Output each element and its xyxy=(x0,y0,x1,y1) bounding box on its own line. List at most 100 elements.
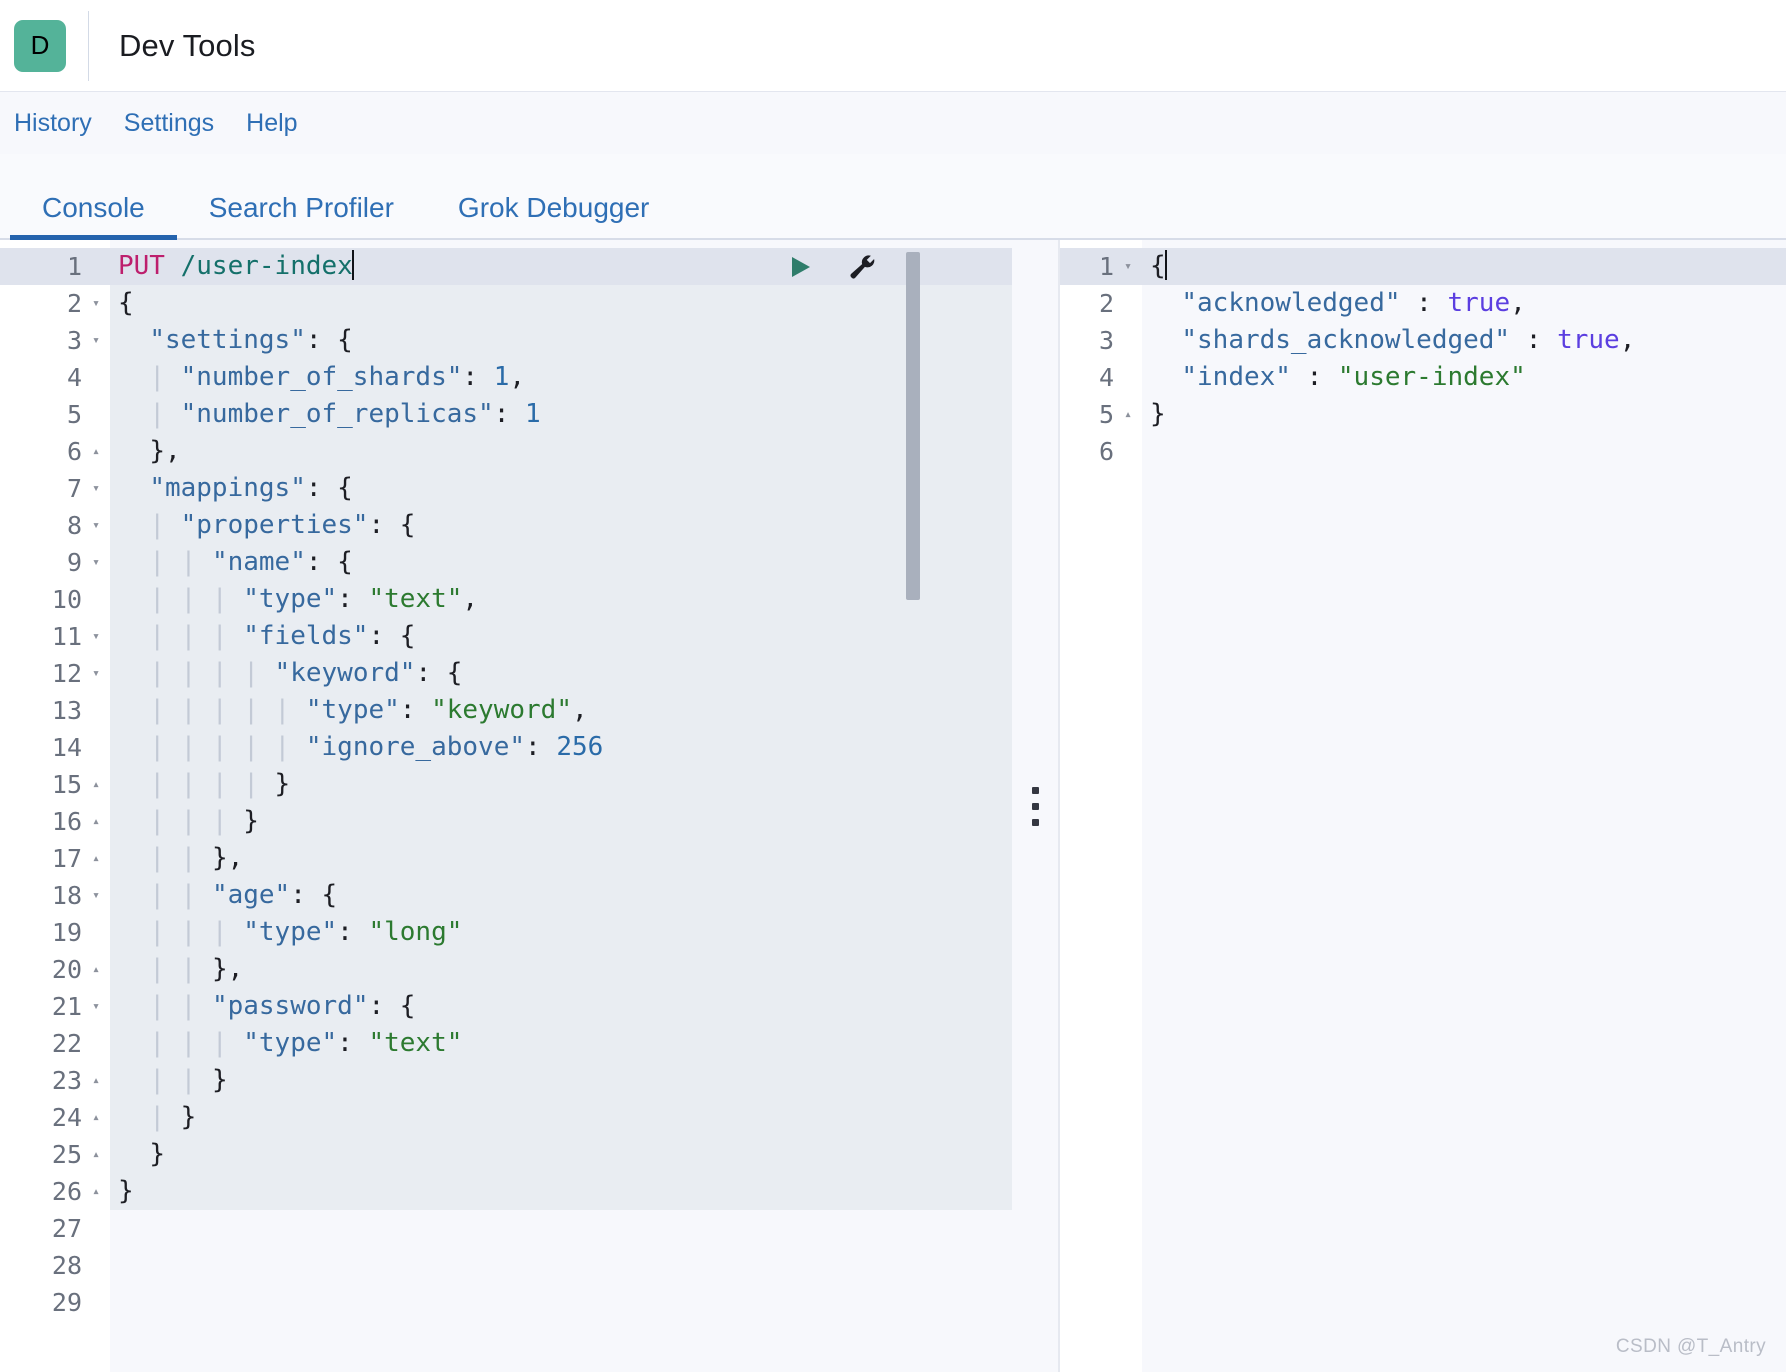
token-punc: : xyxy=(462,362,494,392)
request-code-area[interactable]: PUT /user-index{ "settings": { | "number… xyxy=(110,240,1013,1372)
token-punc: : xyxy=(399,695,432,725)
token-key: "properties" xyxy=(180,510,369,540)
token-punc: }, xyxy=(211,843,244,873)
fold-down-icon[interactable]: ▾ xyxy=(86,334,106,347)
fold-down-icon[interactable]: ▾ xyxy=(86,667,106,680)
fold-down-icon[interactable]: ▾ xyxy=(86,482,106,495)
token-punc: : xyxy=(337,1028,369,1058)
code-line: | } xyxy=(110,1099,1013,1136)
nav-link-settings[interactable]: Settings xyxy=(108,105,230,142)
gutter-line: 21 ▾ xyxy=(0,988,110,1025)
request-line-gutter[interactable]: 1 2 ▾ 3 ▾ 4 5 6 ▴ 7 ▾ 8 ▾ 9 ▾ 10 11 ▾ 12 ▾ 13 14 15 ▴ 16 ▴ 17 ▴ 18 ▾ 1… xyxy=(0,240,110,1372)
token-punc: } xyxy=(1150,399,1166,429)
token-punc: , xyxy=(1510,288,1526,318)
gutter-line: 12 ▾ xyxy=(0,655,110,692)
pane-splitter[interactable] xyxy=(1012,240,1059,1372)
line-number: 12 xyxy=(51,659,82,688)
app-header: D Dev Tools xyxy=(0,0,1786,92)
gutter-line: 5 ▴ xyxy=(1060,396,1142,433)
request-editor[interactable]: 1 2 ▾ 3 ▾ 4 5 6 ▴ 7 ▾ 8 ▾ 9 ▾ 10 11 ▾ 12 ▾ 13 14 15 ▴ 16 ▴ 17 ▴ 18 ▾ 1… xyxy=(0,240,1013,1372)
response-line-gutter[interactable]: 1 ▾ 2 3 4 5 ▴ 6 xyxy=(1060,240,1143,1372)
line-number: 29 xyxy=(51,1288,82,1317)
fold-up-icon[interactable]: ▴ xyxy=(86,1074,106,1087)
line-number: 26 xyxy=(51,1177,82,1206)
gutter-line: 2 xyxy=(1060,285,1142,322)
fold-up-icon[interactable]: ▴ xyxy=(86,815,106,828)
tab-grok-debugger[interactable]: Grok Debugger xyxy=(426,192,681,240)
nav-link-help[interactable]: Help xyxy=(230,105,313,142)
gutter-line: 23 ▴ xyxy=(0,1062,110,1099)
token-key: "name" xyxy=(211,547,306,577)
line-number: 13 xyxy=(51,696,82,725)
request-editor-scrollbar[interactable] xyxy=(906,252,921,600)
token-guide: | | | xyxy=(149,917,244,947)
token-punc: : xyxy=(493,399,526,429)
line-number: 23 xyxy=(51,1066,82,1095)
line-number: 10 xyxy=(51,585,82,614)
fold-up-icon[interactable]: ▴ xyxy=(86,1111,106,1124)
fold-up-icon[interactable]: ▴ xyxy=(86,445,106,458)
token-bool: true xyxy=(1447,288,1511,318)
fold-up-icon[interactable]: ▴ xyxy=(86,1148,106,1161)
gutter-line: 17 ▴ xyxy=(0,840,110,877)
console-workspace: 1 2 ▾ 3 ▾ 4 5 6 ▴ 7 ▾ 8 ▾ 9 ▾ 10 11 ▾ 12 ▾ 13 14 15 ▴ 16 ▴ 17 ▴ 18 ▾ 1… xyxy=(0,240,1786,1372)
code-line: | "number_of_shards": 1, xyxy=(110,359,1013,396)
fold-down-icon[interactable]: ▾ xyxy=(86,519,106,532)
token-punc: { xyxy=(1150,251,1166,281)
fold-down-icon[interactable]: ▾ xyxy=(86,556,106,569)
fold-down-icon[interactable]: ▾ xyxy=(86,297,106,310)
gutter-line: 18 ▾ xyxy=(0,877,110,914)
fold-up-icon[interactable]: ▴ xyxy=(86,963,106,976)
token-key: "number_of_shards" xyxy=(180,362,463,392)
response-editor[interactable]: 1 ▾ 2 3 4 5 ▴ 6 { "acknowledged" : true, "shard… xyxy=(1060,240,1786,1372)
fold-up-icon[interactable]: ▴ xyxy=(86,1185,106,1198)
token-punc: } xyxy=(149,1139,165,1169)
line-number: 11 xyxy=(51,622,82,651)
fold-down-icon[interactable]: ▾ xyxy=(1118,260,1138,273)
play-icon[interactable] xyxy=(782,251,818,283)
token-key: "mappings" xyxy=(149,473,306,503)
fold-down-icon[interactable]: ▾ xyxy=(86,1000,106,1013)
nav-link-history[interactable]: History xyxy=(8,105,108,142)
line-number: 14 xyxy=(51,733,82,762)
fold-up-icon[interactable]: ▴ xyxy=(86,852,106,865)
gutter-line: 10 xyxy=(0,581,110,618)
code-line: | | | } xyxy=(110,803,1013,840)
app-logo[interactable]: D xyxy=(14,19,66,72)
token-guide: | xyxy=(149,510,181,540)
token-url: /user-index xyxy=(180,251,353,281)
gutter-line: 28 xyxy=(0,1247,110,1284)
token-key: "password" xyxy=(211,991,369,1021)
tab-console[interactable]: Console xyxy=(10,192,177,240)
fold-down-icon[interactable]: ▾ xyxy=(86,889,106,902)
gutter-line: 11 ▾ xyxy=(0,618,110,655)
page-title: Dev Tools xyxy=(119,27,256,63)
token-key: "type" xyxy=(305,695,400,725)
tab-bar: Console Search Profiler Grok Debugger xyxy=(0,154,1786,240)
code-line: | | | "type": "long" xyxy=(110,914,1013,951)
token-punc: }, xyxy=(211,954,244,984)
line-number: 21 xyxy=(51,992,82,1021)
response-code-area[interactable]: { "acknowledged" : true, "shards_acknowl… xyxy=(1142,240,1786,1372)
token-str: "text" xyxy=(368,1028,463,1058)
token-punc: : xyxy=(337,584,369,614)
wrench-icon[interactable] xyxy=(844,251,880,283)
line-number: 8 xyxy=(66,511,82,540)
fold-up-icon[interactable]: ▴ xyxy=(1118,408,1138,421)
fold-up-icon[interactable]: ▴ xyxy=(86,778,106,791)
token-num: 1 xyxy=(493,362,510,392)
gutter-line: 6 xyxy=(1060,433,1142,470)
code-line: | | | "fields": { xyxy=(110,618,1013,655)
fold-down-icon[interactable]: ▾ xyxy=(86,630,106,643)
token-guide: | | xyxy=(149,1065,212,1095)
tab-search-profiler[interactable]: Search Profiler xyxy=(177,192,426,240)
token-guide: | | | xyxy=(149,806,244,836)
line-number: 28 xyxy=(51,1251,82,1280)
